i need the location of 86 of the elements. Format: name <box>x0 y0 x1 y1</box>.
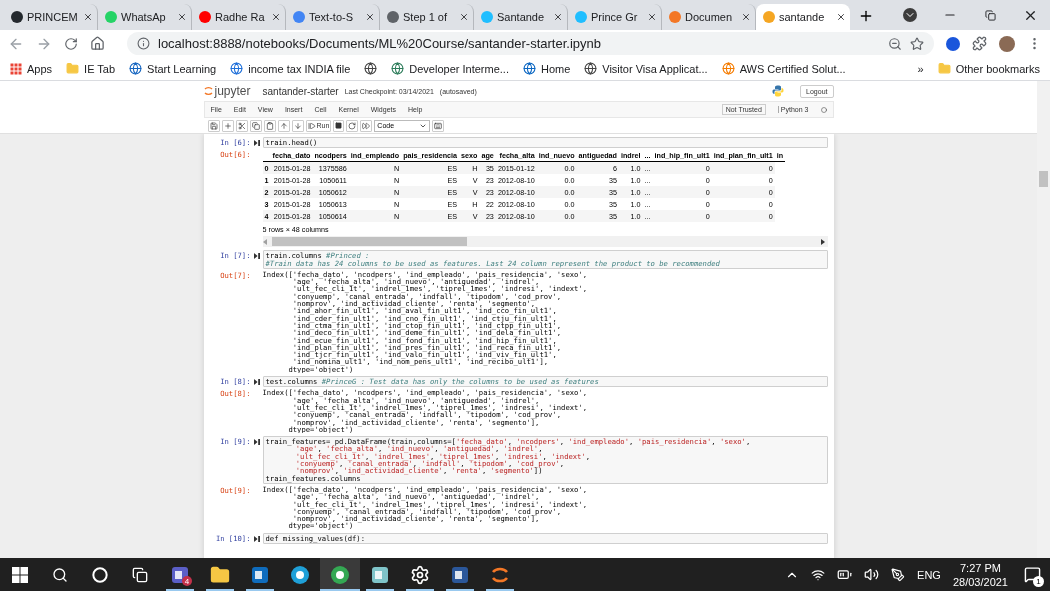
bookmark[interactable]: Apps <box>10 62 53 75</box>
search-icon <box>52 566 68 583</box>
ring-icon <box>92 566 108 583</box>
more-bookmarks[interactable]: » <box>917 62 924 75</box>
address-bar[interactable]: localhost:8888/notebooks/Documents/ML%20Course/santander-starter.ipynb <box>127 32 934 55</box>
run-cell-icon[interactable] <box>253 140 260 146</box>
arrow-up-icon <box>279 121 288 130</box>
info-icon[interactable] <box>137 37 150 50</box>
bookmark[interactable]: Start Learning <box>129 62 217 75</box>
task-view-icon <box>132 566 148 583</box>
puzzle-icon[interactable] <box>972 36 987 51</box>
close-icon[interactable] <box>553 12 563 22</box>
clock[interactable]: 7:27 PM 28/03/2021 <box>952 560 1008 589</box>
run-cell-icon[interactable] <box>253 439 260 446</box>
keyboard-icon <box>434 121 443 130</box>
horizontal-scrollbar[interactable] <box>262 236 828 248</box>
close-icon[interactable] <box>365 12 375 22</box>
scroll-left-icon[interactable] <box>262 238 268 245</box>
run-cell-icon[interactable] <box>253 535 260 542</box>
count-badge: 1 <box>1033 575 1044 587</box>
profile-avatar[interactable] <box>999 35 1015 52</box>
globe-icon[interactable] <box>364 62 378 75</box>
plus-icon <box>223 121 232 130</box>
taskbar-app[interactable] <box>320 558 360 591</box>
run-cell-icon[interactable] <box>253 379 260 386</box>
step-forward-icon <box>307 121 316 130</box>
python-logo-icon <box>772 85 785 97</box>
paste-button[interactable] <box>263 119 276 132</box>
bookmark[interactable]: Other bookmarks <box>937 62 1040 75</box>
restore-icon <box>984 9 996 21</box>
insert-button[interactable] <box>221 119 234 132</box>
bookmark[interactable]: AWS Certified Solut... <box>721 62 846 75</box>
clipboard-icon <box>265 121 274 130</box>
close-icon[interactable] <box>459 12 469 22</box>
star-icon[interactable] <box>910 36 924 51</box>
folder-icon <box>937 62 951 75</box>
scroll-right-icon[interactable] <box>819 238 825 245</box>
windows-logo-icon <box>12 566 28 583</box>
restart-button[interactable] <box>346 119 359 132</box>
count-badge: 4 <box>182 576 192 586</box>
pen-icon[interactable] <box>891 567 906 582</box>
reload-icon[interactable] <box>64 36 78 51</box>
extension-icon[interactable] <box>946 36 960 51</box>
restart-icon <box>348 121 357 130</box>
save-icon <box>209 121 218 130</box>
close-icon[interactable] <box>741 12 751 22</box>
run-cell-icon[interactable] <box>253 253 260 260</box>
chevron-down-icon <box>903 8 917 22</box>
keyboard-button[interactable] <box>432 119 445 132</box>
close-icon[interactable] <box>647 12 657 22</box>
wifi-icon[interactable] <box>811 567 826 582</box>
new-tab-icon[interactable] <box>858 8 874 24</box>
bookmark[interactable]: Developer Interme... <box>391 62 509 75</box>
stop-button[interactable] <box>333 119 345 132</box>
close-icon[interactable] <box>271 12 281 22</box>
run-all-button[interactable] <box>360 119 373 132</box>
bookmark[interactable]: Visitor Visa Applicat... <box>584 62 708 75</box>
logo-icon <box>203 86 213 96</box>
close-icon[interactable] <box>836 12 846 22</box>
battery-icon[interactable] <box>837 567 853 582</box>
browser-tab[interactable]: santande <box>756 4 850 30</box>
stop-icon <box>335 122 343 129</box>
notebook-name[interactable]: santander-starter <box>262 85 339 97</box>
language-indicator[interactable]: ENG <box>917 568 941 581</box>
logo-text: jupyter <box>214 84 251 98</box>
save-button[interactable] <box>207 119 220 132</box>
home-icon[interactable] <box>90 36 105 51</box>
fast-forward-icon <box>362 121 371 130</box>
code-cell[interactable] <box>262 436 828 484</box>
volume-icon[interactable] <box>864 567 880 582</box>
arrow-down-icon <box>293 121 302 130</box>
copy-button[interactable] <box>249 119 262 132</box>
notifications-button[interactable]: 1 <box>1020 562 1044 587</box>
kernel-status-icon <box>820 106 827 113</box>
close-icon[interactable] <box>177 12 187 22</box>
zoom-icon[interactable] <box>888 36 902 51</box>
bookmark[interactable]: Home <box>522 62 571 75</box>
close-icon[interactable] <box>83 12 93 22</box>
message-icon <box>1023 566 1041 583</box>
cut-button[interactable] <box>235 119 248 132</box>
scissors-icon <box>237 121 246 130</box>
vertical-scrollbar[interactable] <box>1037 81 1050 558</box>
bookmark[interactable]: income tax INDIA file <box>230 62 351 75</box>
copy-icon <box>251 121 260 130</box>
taskbar-app[interactable]: 4 <box>160 558 200 591</box>
bookmark[interactable]: IE Tab <box>66 62 116 75</box>
